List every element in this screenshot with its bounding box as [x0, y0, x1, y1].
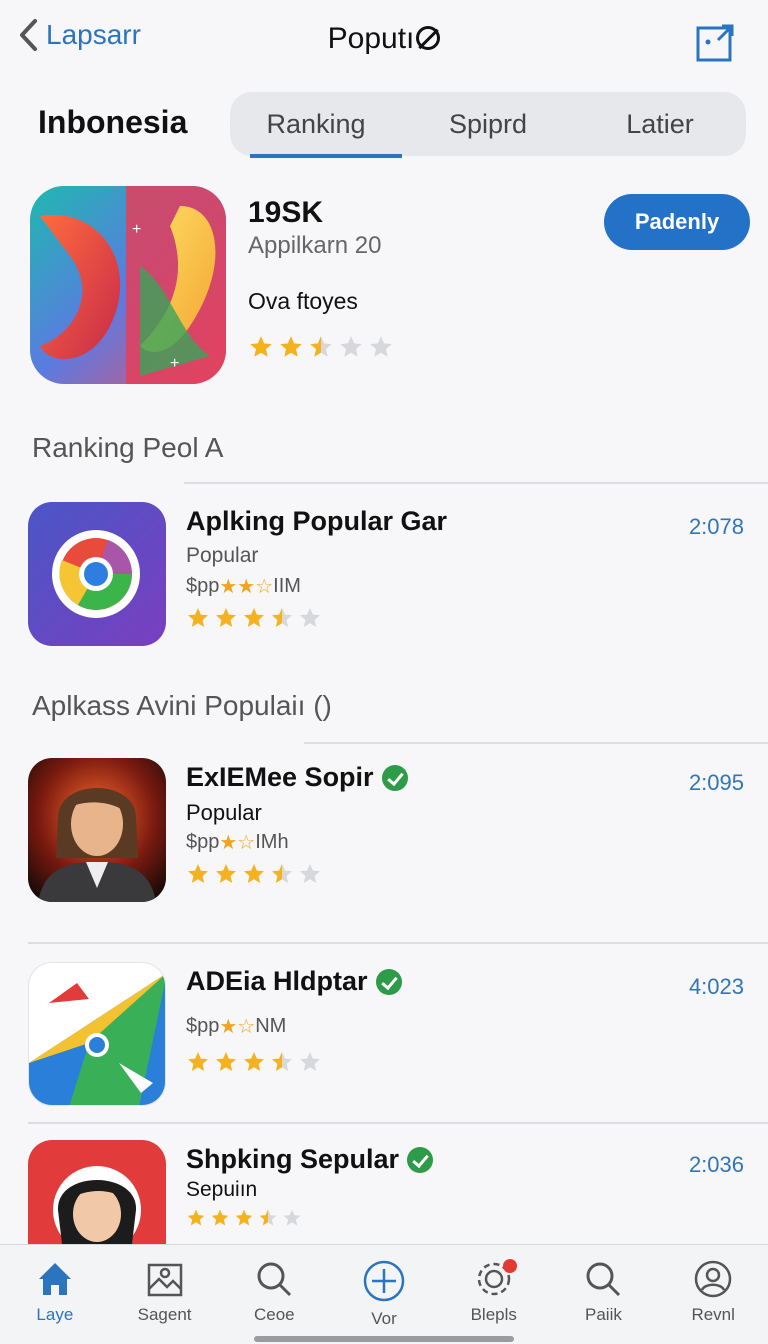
list-item[interactable]: Aplking Popular Gar Popular $pp ★★☆ IIM 2:…: [28, 502, 746, 652]
star-icon: [300, 864, 320, 883]
star-icon: [340, 336, 362, 357]
app-category: Popular: [186, 544, 259, 567]
segment-latier[interactable]: Latier: [574, 92, 746, 156]
star-icon: [370, 336, 392, 357]
featured-app[interactable]: + + 19SK Appilkarn 20 Ova ftoyes Padenly: [30, 186, 750, 386]
tab-revnl[interactable]: Revnl: [658, 1245, 768, 1344]
woman-avatar-icon: [28, 1140, 166, 1244]
star-icon: [280, 336, 302, 357]
navigation-bar: Lapsarr Poputı: [0, 0, 768, 84]
app-time: 2:095: [688, 770, 744, 795]
star-icon: [188, 864, 208, 883]
star-icon: [216, 608, 236, 627]
app-rating: [186, 862, 326, 886]
verified-icon: [381, 764, 408, 791]
no-entry-icon: [416, 26, 441, 50]
list-item[interactable]: Shpking Sepular Sepuiın 2:036: [28, 1140, 746, 1244]
search-icon: [257, 1262, 292, 1297]
tab-paiik[interactable]: Paiik: [549, 1245, 659, 1344]
featured-app-icon: + +: [30, 186, 226, 384]
plus-circle-icon: [363, 1260, 405, 1302]
star-icon: [272, 864, 292, 883]
search-icon: [586, 1262, 621, 1297]
page-title: Poputı: [0, 22, 768, 56]
star-icon: [272, 608, 292, 627]
star-icon: [187, 1209, 205, 1226]
app-rating: [186, 606, 326, 630]
get-button[interactable]: Padenly: [604, 194, 750, 250]
list-item[interactable]: ADEia Hldptar $pp ★☆ NM 4:023: [28, 962, 746, 1112]
divider: [28, 1122, 768, 1124]
app-rating: [186, 1208, 306, 1228]
app-title: ADEia Hldptar: [186, 966, 402, 997]
star-icon: [211, 1209, 229, 1226]
app-time: 4:023: [688, 974, 744, 999]
app-title: Aplking Popular Gar: [186, 506, 448, 536]
app-title: Shpking Sepular: [186, 1144, 434, 1175]
paper-plane-icon: [28, 962, 166, 1106]
featured-rating: [248, 334, 398, 360]
home-icon: [38, 1263, 71, 1295]
verified-icon: [407, 1146, 434, 1173]
app-price: $pp ★★☆ IIM: [186, 575, 301, 598]
svg-text:+: +: [132, 221, 141, 238]
app-rating: [186, 1050, 326, 1074]
app-title: ExIEMee Sopir: [186, 762, 408, 793]
star-icon: [272, 1052, 292, 1071]
svg-text:+: +: [170, 355, 179, 372]
app-price: $pp ★☆ NM: [186, 1015, 287, 1038]
app-category: Popular: [186, 800, 262, 825]
divider: [184, 482, 768, 484]
featured-app-description: Ova ftoyes: [248, 288, 358, 314]
tab-vor[interactable]: Vor: [329, 1245, 439, 1344]
featured-app-title: 19SK: [248, 196, 324, 229]
star-icon: [216, 1052, 236, 1071]
tab-laye[interactable]: Laye: [0, 1245, 110, 1344]
star-icon: [235, 1209, 253, 1226]
notification-dot: [502, 1259, 517, 1273]
divider: [304, 742, 768, 744]
star-icon: [300, 1052, 320, 1071]
tab-ceoe[interactable]: Ceoe: [219, 1245, 329, 1344]
app-time: 2:078: [688, 514, 744, 539]
star-icon: [259, 1209, 277, 1226]
featured-app-subtitle: Appilkarn 20: [248, 232, 382, 259]
star-icon: [300, 608, 320, 627]
star-icon: [283, 1209, 301, 1226]
image-icon: [147, 1263, 182, 1297]
chrome-like-icon: [28, 502, 166, 646]
tab-bar: Laye Sagent Ceoe Vor Blepls Paiik Revnl: [0, 1244, 768, 1344]
app-category: Sepuiın: [186, 1178, 258, 1201]
home-indicator: [254, 1336, 514, 1342]
section-title-popular: Aplkass Avini Populaiı (): [32, 690, 332, 721]
star-icon: [244, 864, 264, 883]
segment-spiprd[interactable]: Spiprd: [402, 92, 574, 156]
list-item[interactable]: ExIEMee Sopir Popular $pp ★☆ IMh 2:095: [28, 758, 746, 908]
star-icon: [188, 608, 208, 627]
star-icon: [310, 336, 332, 357]
share-icon: [696, 24, 734, 62]
tab-blepls[interactable]: Blepls: [439, 1245, 549, 1344]
segment-ranking[interactable]: Ranking: [230, 92, 402, 158]
tab-sagent[interactable]: Sagent: [110, 1245, 220, 1344]
app-time: 2:036: [688, 1152, 744, 1177]
star-icon: [216, 864, 236, 883]
section-title-ranking: Ranking Peol A: [32, 432, 224, 463]
star-icon: [244, 1052, 264, 1071]
share-button[interactable]: [696, 22, 736, 67]
user-icon: [694, 1260, 732, 1298]
region-title: Inbonesia: [38, 104, 188, 140]
portrait-icon: [28, 758, 166, 902]
verified-icon: [375, 968, 402, 995]
segmented-control: Ranking Spiprd Latier: [230, 92, 746, 158]
app-price: $pp ★☆ IMh: [186, 831, 289, 854]
star-icon: [250, 336, 272, 357]
divider: [28, 942, 768, 944]
star-icon: [244, 608, 264, 627]
star-icon: [188, 1052, 208, 1071]
